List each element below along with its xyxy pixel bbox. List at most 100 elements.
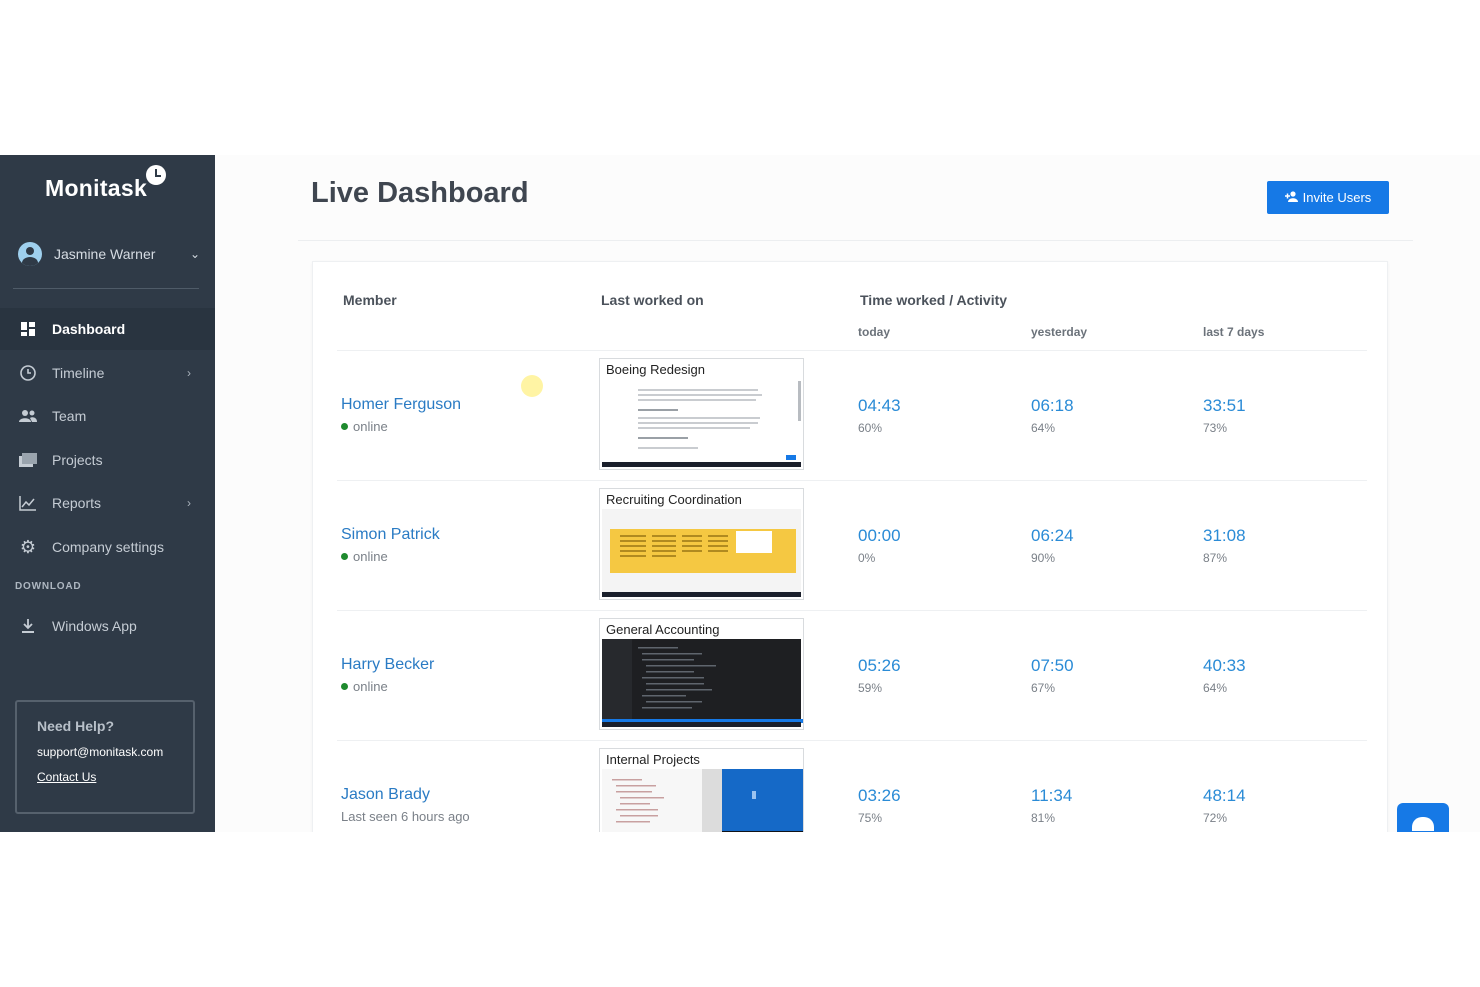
clock-logo-icon xyxy=(146,165,166,185)
activity-last-7-days: 73% xyxy=(1203,421,1228,435)
screenshot-thumbnail[interactable]: Recruiting Coordination xyxy=(599,488,804,600)
time-yesterday: 06:18 xyxy=(1031,396,1074,415)
member-status: online xyxy=(341,679,388,694)
members-table: Member Last worked on Time worked / Acti… xyxy=(312,261,1388,832)
time-today: 05:26 xyxy=(858,656,901,675)
sidebar-item-label: Dashboard xyxy=(52,321,126,337)
sidebar-item-label: Projects xyxy=(52,452,103,468)
time-today: 03:26 xyxy=(858,786,901,805)
help-box: Need Help? support@monitask.com Contact … xyxy=(15,700,195,814)
sidebar-item-label: Windows App xyxy=(52,618,137,634)
member-status: online xyxy=(341,419,388,434)
time-yesterday: 11:34 xyxy=(1031,786,1073,805)
activity-last-7-days: 72% xyxy=(1203,811,1228,825)
status-text: Last seen 6 hours ago xyxy=(341,809,470,824)
sidebar-item-label: Reports xyxy=(52,495,102,511)
page-title: Live Dashboard xyxy=(311,177,529,209)
cursor-highlight xyxy=(521,375,543,397)
time-yesterday: 06:24 xyxy=(1031,526,1074,545)
member-status: online xyxy=(341,549,388,564)
project-name: Recruiting Coordination xyxy=(606,492,742,507)
app-window: Monitask Jasmine Warner ⌄ Dashboard Time… xyxy=(0,155,1480,832)
sidebar-item-dashboard[interactable]: Dashboard xyxy=(0,308,215,350)
chevron-right-icon: › xyxy=(187,366,191,380)
chat-widget-button[interactable] xyxy=(1397,803,1449,832)
table-row[interactable]: Harry Becker online General Accounting 0… xyxy=(313,616,1389,746)
user-menu[interactable]: Jasmine Warner ⌄ xyxy=(18,241,200,267)
online-dot-icon xyxy=(341,683,348,690)
sidebar-item-reports[interactable]: Reports › xyxy=(0,482,215,524)
avatar xyxy=(18,242,42,266)
app-logo[interactable]: Monitask xyxy=(45,175,147,202)
main-content: Live Dashboard Invite Users Member Last … xyxy=(215,155,1480,832)
chevron-right-icon: › xyxy=(187,496,191,510)
activity-today: 60% xyxy=(858,421,883,435)
row-separator xyxy=(337,480,1367,481)
time-today: 04:43 xyxy=(858,396,901,415)
clock-icon xyxy=(18,363,38,383)
folder-icon xyxy=(18,450,38,470)
activity-yesterday: 81% xyxy=(1031,811,1056,825)
screenshot-thumbnail[interactable]: General Accounting xyxy=(599,618,804,730)
invite-users-button[interactable]: Invite Users xyxy=(1267,181,1389,214)
chart-icon xyxy=(18,493,38,513)
member-name[interactable]: Simon Patrick xyxy=(341,526,440,544)
sidebar-item-company-settings[interactable]: ⚙ Company settings xyxy=(0,526,215,568)
sidebar-item-team[interactable]: Team xyxy=(0,395,215,437)
row-separator xyxy=(337,740,1367,741)
project-name: Boeing Redesign xyxy=(606,362,706,377)
column-header-today: today xyxy=(858,325,891,339)
project-name: Internal Projects xyxy=(606,752,700,767)
project-name: General Accounting xyxy=(606,622,720,637)
add-user-icon xyxy=(1284,190,1299,205)
team-icon xyxy=(18,406,38,426)
screenshot-thumbnail[interactable]: Internal Projects xyxy=(599,748,804,832)
row-separator xyxy=(337,610,1367,611)
gear-icon: ⚙ xyxy=(19,536,37,557)
status-text: online xyxy=(353,679,388,694)
status-text: online xyxy=(353,549,388,564)
online-dot-icon xyxy=(341,423,348,430)
screenshot-image xyxy=(602,379,801,467)
status-text: online xyxy=(353,419,388,434)
activity-today: 75% xyxy=(858,811,883,825)
sidebar-item-label: Team xyxy=(52,408,87,424)
time-last-7-days: 48:14 xyxy=(1203,786,1246,805)
help-title: Need Help? xyxy=(37,718,115,734)
sidebar-item-timeline[interactable]: Timeline › xyxy=(0,352,215,394)
member-name[interactable]: Harry Becker xyxy=(341,656,434,674)
time-last-7-days: 33:51 xyxy=(1203,396,1246,415)
support-email[interactable]: support@monitask.com xyxy=(37,745,193,759)
header-divider xyxy=(298,240,1413,241)
activity-yesterday: 64% xyxy=(1031,421,1056,435)
member-name[interactable]: Jason Brady xyxy=(341,786,430,804)
time-today: 00:00 xyxy=(858,526,901,545)
user-name: Jasmine Warner xyxy=(54,246,156,262)
sidebar-item-label: Company settings xyxy=(52,539,165,555)
chevron-down-icon: ⌄ xyxy=(189,247,200,261)
header-separator xyxy=(337,350,1367,351)
sidebar-item-projects[interactable]: Projects xyxy=(0,439,215,481)
activity-today: 59% xyxy=(858,681,883,695)
member-status: Last seen 6 hours ago xyxy=(341,809,470,824)
screenshot-image xyxy=(602,509,801,597)
activity-yesterday: 67% xyxy=(1031,681,1056,695)
column-header-member: Member xyxy=(343,292,397,308)
activity-last-7-days: 87% xyxy=(1203,551,1228,565)
activity-today: 0% xyxy=(858,551,876,565)
contact-us-link[interactable]: Contact Us xyxy=(37,770,96,784)
column-header-last-7-days: last 7 days xyxy=(1203,325,1265,339)
sidebar-item-label: Timeline xyxy=(52,365,105,381)
sidebar-item-windows-app[interactable]: Windows App xyxy=(0,605,215,647)
online-dot-icon xyxy=(341,553,348,560)
screenshot-image xyxy=(602,639,803,727)
table-row[interactable]: Homer Ferguson online Boeing Redesign 04… xyxy=(313,356,1389,486)
table-row[interactable]: Jason Brady Last seen 6 hours ago Intern… xyxy=(313,746,1389,832)
download-section-label: DOWNLOAD xyxy=(15,581,82,592)
member-name[interactable]: Homer Ferguson xyxy=(341,396,461,414)
screenshot-thumbnail[interactable]: Boeing Redesign xyxy=(599,358,804,470)
invite-users-label: Invite Users xyxy=(1302,190,1372,205)
column-header-yesterday: yesterday xyxy=(1031,325,1088,339)
time-yesterday: 07:50 xyxy=(1031,656,1074,675)
table-row[interactable]: Simon Patrick online Recruiting Coordina… xyxy=(313,486,1389,616)
